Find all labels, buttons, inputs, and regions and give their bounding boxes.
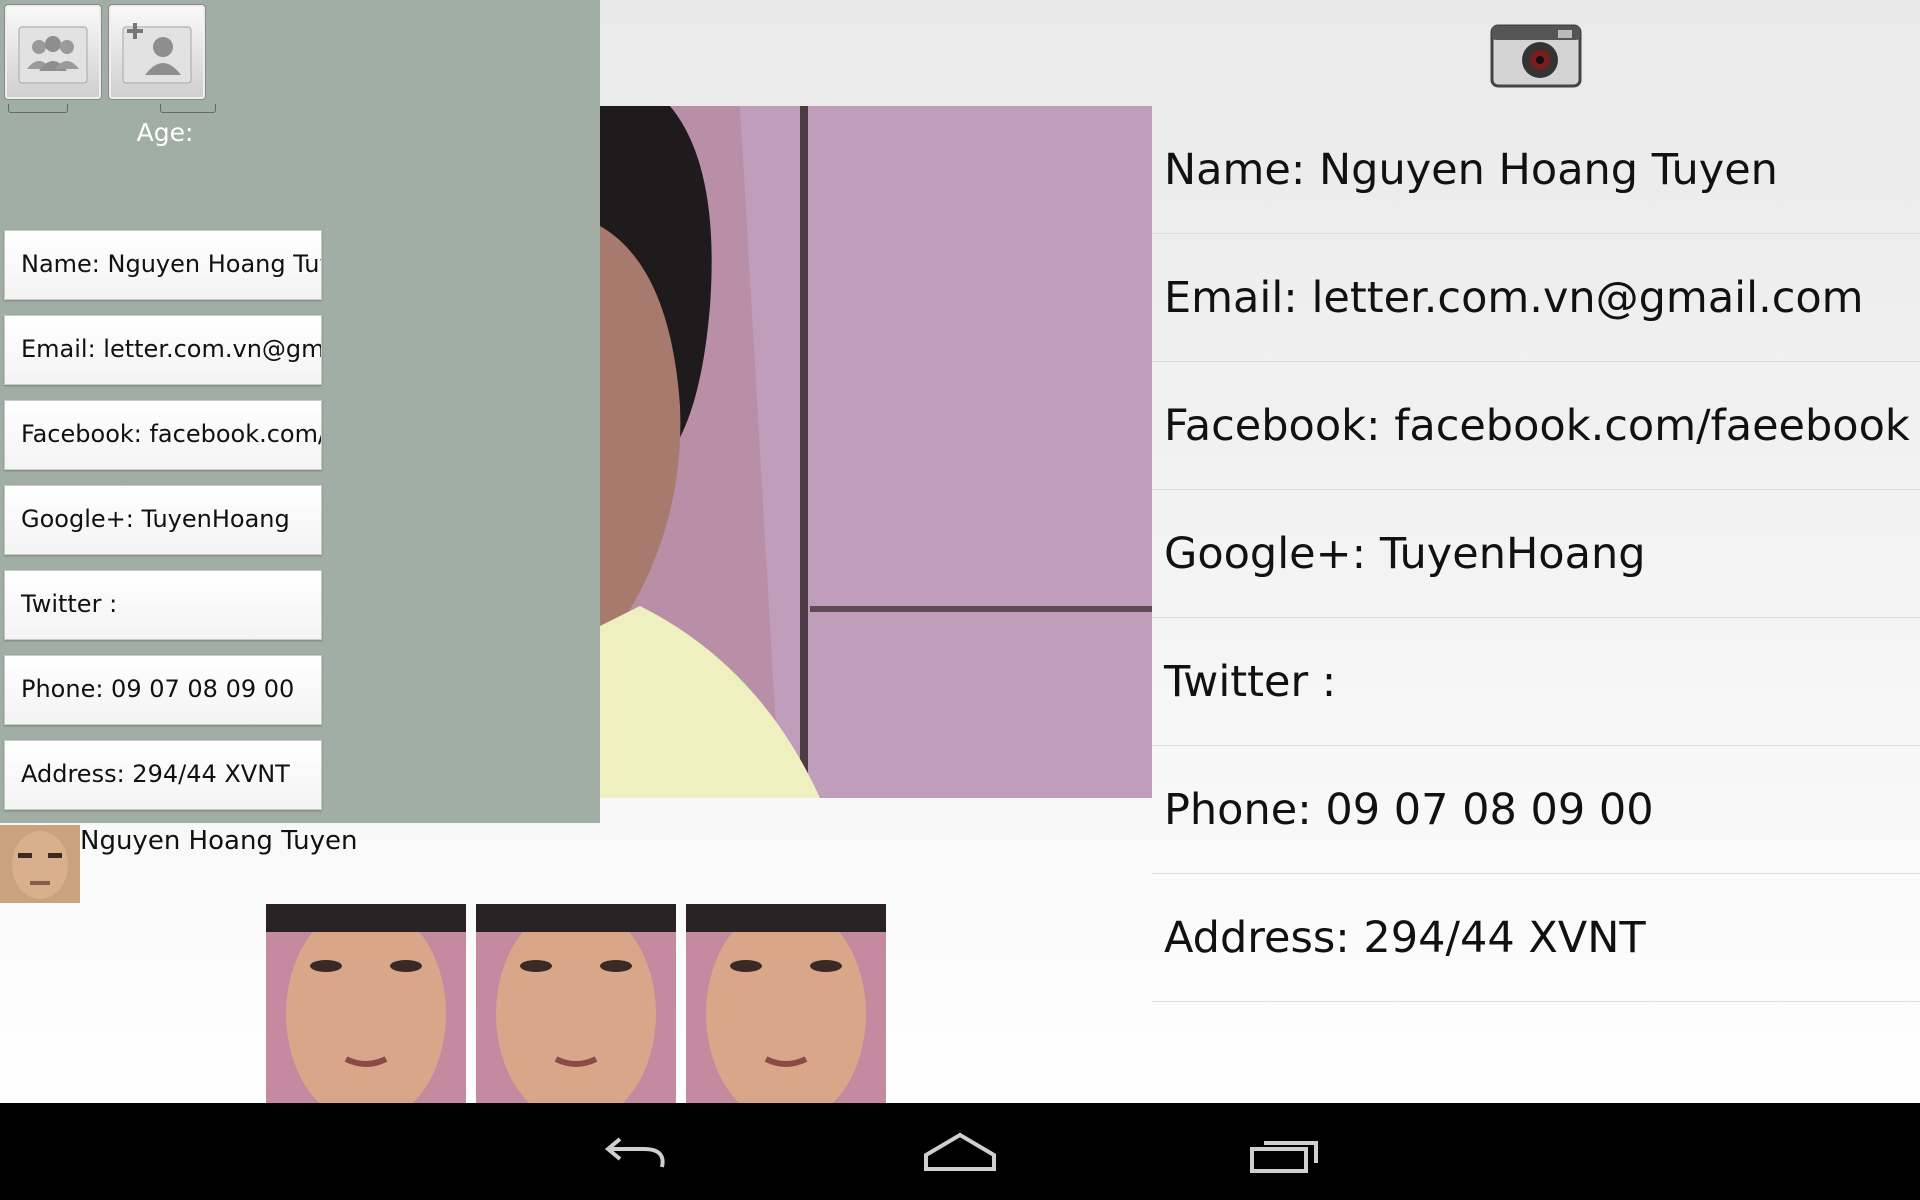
facebook-field[interactable]: Facebook: facebook.com/faeebook bbox=[4, 400, 322, 470]
info-google-plus[interactable]: Google+: TuyenHoang bbox=[1152, 490, 1920, 618]
phone-field[interactable]: Phone: 09 07 08 09 00 bbox=[4, 655, 322, 725]
contacts-group-icon bbox=[18, 26, 88, 84]
home-icon bbox=[924, 1132, 996, 1171]
thumbnail-photo[interactable] bbox=[266, 904, 466, 1103]
info-twitter[interactable]: Twitter : bbox=[1152, 618, 1920, 746]
thumbnail-image bbox=[686, 904, 886, 1103]
navigation-bar bbox=[0, 1103, 1920, 1200]
add-contact-icon bbox=[122, 23, 192, 84]
add-contact-button[interactable] bbox=[108, 4, 206, 100]
address-field[interactable]: Address: 294/44 XVNT bbox=[4, 740, 322, 810]
tab-indicator bbox=[160, 104, 216, 113]
avatar[interactable] bbox=[0, 825, 80, 903]
info-email[interactable]: Email: letter.com.vn@gmail.com bbox=[1152, 234, 1920, 362]
recent-apps-button[interactable] bbox=[1244, 1123, 1324, 1183]
photo-image bbox=[600, 106, 1152, 798]
age-label: Age: bbox=[136, 118, 194, 147]
twitter-field[interactable]: Twitter : bbox=[4, 570, 322, 640]
info-address[interactable]: Address: 294/44 XVNT bbox=[1152, 874, 1920, 1002]
contact-name: Nguyen Hoang Tuyen bbox=[80, 826, 358, 856]
camera-button[interactable] bbox=[1488, 18, 1584, 90]
contacts-button[interactable] bbox=[4, 4, 102, 100]
email-field[interactable]: Email: letter.com.vn@gmail.com bbox=[4, 315, 322, 385]
contact-form-panel: Age: Name: Nguyen Hoang Tuyen Email: let… bbox=[0, 0, 600, 823]
recent-apps-icon bbox=[1250, 1141, 1318, 1173]
back-icon bbox=[604, 1137, 665, 1168]
home-button[interactable] bbox=[920, 1123, 1000, 1183]
thumbnail-photo[interactable] bbox=[476, 904, 676, 1103]
name-field[interactable]: Name: Nguyen Hoang Tuyen bbox=[4, 230, 322, 300]
info-facebook[interactable]: Facebook: facebook.com/faeebook bbox=[1152, 362, 1920, 490]
app-screen: Age: Name: Nguyen Hoang Tuyen Email: let… bbox=[0, 0, 1920, 1103]
tab-indicator bbox=[8, 104, 68, 113]
camera-icon bbox=[1490, 24, 1582, 88]
info-name[interactable]: Name: Nguyen Hoang Tuyen bbox=[1152, 106, 1920, 234]
thumbnail-image bbox=[266, 904, 466, 1103]
thumbnail-image bbox=[476, 904, 676, 1103]
avatar-image bbox=[0, 825, 80, 903]
info-phone[interactable]: Phone: 09 07 08 09 00 bbox=[1152, 746, 1920, 874]
contact-photo[interactable] bbox=[600, 106, 1152, 798]
google-plus-field[interactable]: Google+: TuyenHoang bbox=[4, 485, 322, 555]
back-button[interactable] bbox=[596, 1123, 676, 1183]
thumbnail-photo[interactable] bbox=[686, 904, 886, 1103]
